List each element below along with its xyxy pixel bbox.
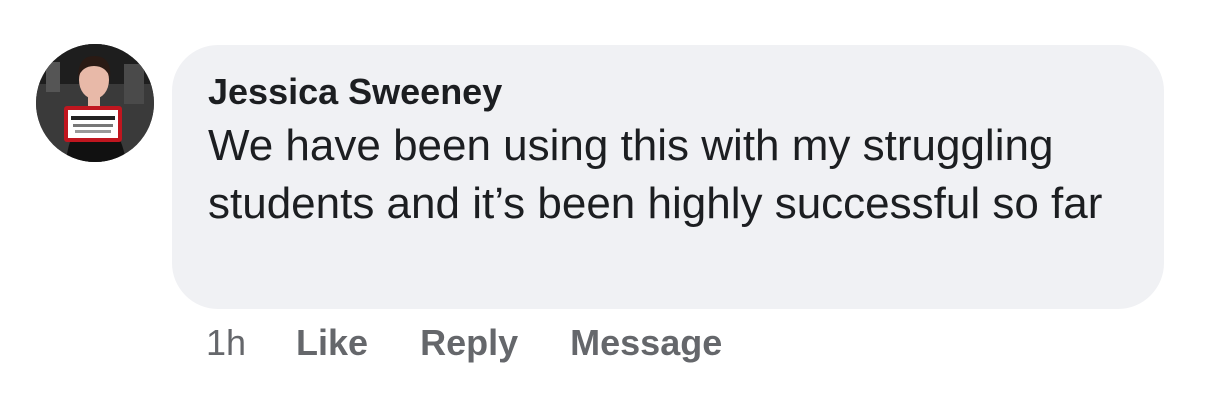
timestamp[interactable]: 1h	[206, 322, 246, 364]
profile-photo-icon	[36, 44, 154, 162]
message-button[interactable]: Message	[570, 322, 722, 364]
comment: Jessica Sweeney We have been using this …	[0, 0, 1217, 401]
reply-button[interactable]: Reply	[420, 322, 518, 364]
avatar[interactable]	[36, 44, 154, 162]
comment-text: We have been using this with my struggli…	[208, 121, 1103, 228]
author-name[interactable]: Jessica Sweeney	[208, 67, 1134, 117]
comment-bubble: Jessica Sweeney We have been using this …	[172, 45, 1164, 309]
comment-actions: 1h Like Reply Message	[206, 318, 774, 368]
like-button[interactable]: Like	[296, 322, 368, 364]
